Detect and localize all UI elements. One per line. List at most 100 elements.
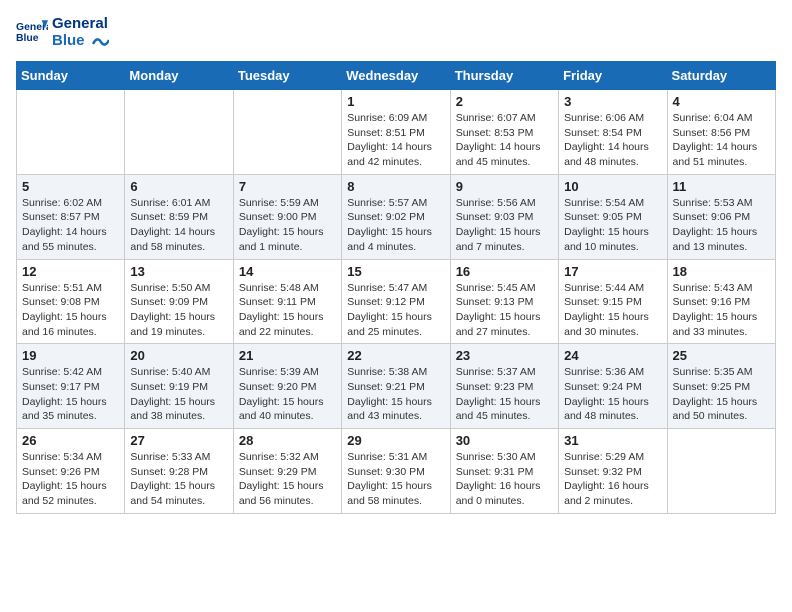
calendar-table: SundayMondayTuesdayWednesdayThursdayFrid… bbox=[16, 61, 776, 514]
day-info: Sunrise: 5:29 AMSunset: 9:32 PMDaylight:… bbox=[564, 450, 661, 509]
calendar-cell bbox=[233, 90, 341, 175]
day-number: 5 bbox=[22, 179, 119, 194]
logo-wave-icon bbox=[91, 34, 109, 48]
day-info: Sunrise: 5:51 AMSunset: 9:08 PMDaylight:… bbox=[22, 281, 119, 340]
day-number: 30 bbox=[456, 433, 553, 448]
page-header: General Blue General Blue bbox=[16, 16, 776, 49]
day-info: Sunrise: 5:37 AMSunset: 9:23 PMDaylight:… bbox=[456, 365, 553, 424]
calendar-cell: 2 Sunrise: 6:07 AMSunset: 8:53 PMDaylight… bbox=[450, 90, 558, 175]
day-info: Sunrise: 5:39 AMSunset: 9:20 PMDaylight:… bbox=[239, 365, 336, 424]
day-number: 12 bbox=[22, 264, 119, 279]
day-number: 19 bbox=[22, 348, 119, 363]
weekday-header-sunday: Sunday bbox=[17, 62, 125, 90]
day-info: Sunrise: 5:42 AMSunset: 9:17 PMDaylight:… bbox=[22, 365, 119, 424]
calendar-cell: 3 Sunrise: 6:06 AMSunset: 8:54 PMDaylight… bbox=[559, 90, 667, 175]
calendar-header-row: SundayMondayTuesdayWednesdayThursdayFrid… bbox=[17, 62, 776, 90]
day-number: 10 bbox=[564, 179, 661, 194]
calendar-week-row: 26 Sunrise: 5:34 AMSunset: 9:26 PMDayligh… bbox=[17, 429, 776, 514]
day-number: 24 bbox=[564, 348, 661, 363]
day-info: Sunrise: 5:54 AMSunset: 9:05 PMDaylight:… bbox=[564, 196, 661, 255]
calendar-week-row: 5 Sunrise: 6:02 AMSunset: 8:57 PMDaylight… bbox=[17, 174, 776, 259]
day-info: Sunrise: 5:38 AMSunset: 9:21 PMDaylight:… bbox=[347, 365, 444, 424]
day-info: Sunrise: 6:07 AMSunset: 8:53 PMDaylight:… bbox=[456, 111, 553, 170]
calendar-cell: 17Sunrise: 5:44 AMSunset: 9:15 PMDayligh… bbox=[559, 259, 667, 344]
day-info: Sunrise: 5:34 AMSunset: 9:26 PMDaylight:… bbox=[22, 450, 119, 509]
calendar-week-row: 12 Sunrise: 5:51 AMSunset: 9:08 PMDayligh… bbox=[17, 259, 776, 344]
day-number: 2 bbox=[456, 94, 553, 109]
calendar-cell: 5 Sunrise: 6:02 AMSunset: 8:57 PMDaylight… bbox=[17, 174, 125, 259]
day-info: Sunrise: 5:43 AMSunset: 9:16 PMDaylight:… bbox=[673, 281, 770, 340]
day-number: 25 bbox=[673, 348, 770, 363]
calendar-cell: 16Sunrise: 5:45 AMSunset: 9:13 PMDayligh… bbox=[450, 259, 558, 344]
calendar-cell: 19 Sunrise: 5:42 AMSunset: 9:17 PMDayligh… bbox=[17, 344, 125, 429]
day-info: Sunrise: 6:02 AMSunset: 8:57 PMDaylight:… bbox=[22, 196, 119, 255]
day-info: Sunrise: 5:32 AMSunset: 9:29 PMDaylight:… bbox=[239, 450, 336, 509]
weekday-header-wednesday: Wednesday bbox=[342, 62, 450, 90]
day-info: Sunrise: 5:50 AMSunset: 9:09 PMDaylight:… bbox=[130, 281, 227, 340]
calendar-cell: 12 Sunrise: 5:51 AMSunset: 9:08 PMDayligh… bbox=[17, 259, 125, 344]
calendar-cell: 22 Sunrise: 5:38 AMSunset: 9:21 PMDayligh… bbox=[342, 344, 450, 429]
day-number: 16 bbox=[456, 264, 553, 279]
day-number: 4 bbox=[673, 94, 770, 109]
calendar-cell: 11 Sunrise: 5:53 AMSunset: 9:06 PMDayligh… bbox=[667, 174, 775, 259]
weekday-header-tuesday: Tuesday bbox=[233, 62, 341, 90]
calendar-cell bbox=[125, 90, 233, 175]
day-number: 3 bbox=[564, 94, 661, 109]
day-number: 22 bbox=[347, 348, 444, 363]
calendar-cell: 21 Sunrise: 5:39 AMSunset: 9:20 PMDayligh… bbox=[233, 344, 341, 429]
day-number: 9 bbox=[456, 179, 553, 194]
weekday-header-friday: Friday bbox=[559, 62, 667, 90]
calendar-cell: 24 Sunrise: 5:36 AMSunset: 9:24 PMDayligh… bbox=[559, 344, 667, 429]
calendar-cell: 18Sunrise: 5:43 AMSunset: 9:16 PMDayligh… bbox=[667, 259, 775, 344]
calendar-cell: 13 Sunrise: 5:50 AMSunset: 9:09 PMDayligh… bbox=[125, 259, 233, 344]
day-number: 31 bbox=[564, 433, 661, 448]
day-number: 13 bbox=[130, 264, 227, 279]
calendar-week-row: 1Sunrise: 6:09 AMSunset: 8:51 PMDaylight… bbox=[17, 90, 776, 175]
calendar-cell bbox=[667, 429, 775, 514]
calendar-cell: 29 Sunrise: 5:31 AMSunset: 9:30 PMDayligh… bbox=[342, 429, 450, 514]
day-info: Sunrise: 5:56 AMSunset: 9:03 PMDaylight:… bbox=[456, 196, 553, 255]
day-info: Sunrise: 5:59 AMSunset: 9:00 PMDaylight:… bbox=[239, 196, 336, 255]
calendar-cell: 4Sunrise: 6:04 AMSunset: 8:56 PMDaylight… bbox=[667, 90, 775, 175]
logo: General Blue General Blue bbox=[16, 16, 109, 49]
day-info: Sunrise: 5:47 AMSunset: 9:12 PMDaylight:… bbox=[347, 281, 444, 340]
calendar-cell: 23 Sunrise: 5:37 AMSunset: 9:23 PMDayligh… bbox=[450, 344, 558, 429]
day-number: 27 bbox=[130, 433, 227, 448]
day-number: 28 bbox=[239, 433, 336, 448]
calendar-cell: 7Sunrise: 5:59 AMSunset: 9:00 PMDaylight… bbox=[233, 174, 341, 259]
logo-blue: Blue bbox=[52, 33, 109, 50]
calendar-cell: 30 Sunrise: 5:30 AMSunset: 9:31 PMDayligh… bbox=[450, 429, 558, 514]
day-number: 26 bbox=[22, 433, 119, 448]
svg-text:Blue: Blue bbox=[16, 33, 39, 44]
day-info: Sunrise: 5:40 AMSunset: 9:19 PMDaylight:… bbox=[130, 365, 227, 424]
day-number: 21 bbox=[239, 348, 336, 363]
day-number: 20 bbox=[130, 348, 227, 363]
day-info: Sunrise: 5:35 AMSunset: 9:25 PMDaylight:… bbox=[673, 365, 770, 424]
day-info: Sunrise: 6:09 AMSunset: 8:51 PMDaylight:… bbox=[347, 111, 444, 170]
day-info: Sunrise: 5:30 AMSunset: 9:31 PMDaylight:… bbox=[456, 450, 553, 509]
day-number: 17 bbox=[564, 264, 661, 279]
calendar-cell: 26 Sunrise: 5:34 AMSunset: 9:26 PMDayligh… bbox=[17, 429, 125, 514]
day-number: 29 bbox=[347, 433, 444, 448]
day-number: 15 bbox=[347, 264, 444, 279]
calendar-cell: 25 Sunrise: 5:35 AMSunset: 9:25 PMDayligh… bbox=[667, 344, 775, 429]
day-info: Sunrise: 6:01 AMSunset: 8:59 PMDaylight:… bbox=[130, 196, 227, 255]
calendar-cell: 14 Sunrise: 5:48 AMSunset: 9:11 PMDayligh… bbox=[233, 259, 341, 344]
day-info: Sunrise: 6:06 AMSunset: 8:54 PMDaylight:… bbox=[564, 111, 661, 170]
weekday-header-monday: Monday bbox=[125, 62, 233, 90]
day-number: 14 bbox=[239, 264, 336, 279]
day-info: Sunrise: 5:31 AMSunset: 9:30 PMDaylight:… bbox=[347, 450, 444, 509]
calendar-cell: 10 Sunrise: 5:54 AMSunset: 9:05 PMDayligh… bbox=[559, 174, 667, 259]
calendar-cell: 9 Sunrise: 5:56 AMSunset: 9:03 PMDaylight… bbox=[450, 174, 558, 259]
weekday-header-thursday: Thursday bbox=[450, 62, 558, 90]
day-number: 23 bbox=[456, 348, 553, 363]
calendar-cell: 1Sunrise: 6:09 AMSunset: 8:51 PMDaylight… bbox=[342, 90, 450, 175]
day-info: Sunrise: 5:48 AMSunset: 9:11 PMDaylight:… bbox=[239, 281, 336, 340]
day-info: Sunrise: 5:33 AMSunset: 9:28 PMDaylight:… bbox=[130, 450, 227, 509]
day-info: Sunrise: 5:36 AMSunset: 9:24 PMDaylight:… bbox=[564, 365, 661, 424]
calendar-week-row: 19 Sunrise: 5:42 AMSunset: 9:17 PMDayligh… bbox=[17, 344, 776, 429]
day-number: 11 bbox=[673, 179, 770, 194]
calendar-cell: 20 Sunrise: 5:40 AMSunset: 9:19 PMDayligh… bbox=[125, 344, 233, 429]
day-number: 8 bbox=[347, 179, 444, 194]
day-info: Sunrise: 5:53 AMSunset: 9:06 PMDaylight:… bbox=[673, 196, 770, 255]
